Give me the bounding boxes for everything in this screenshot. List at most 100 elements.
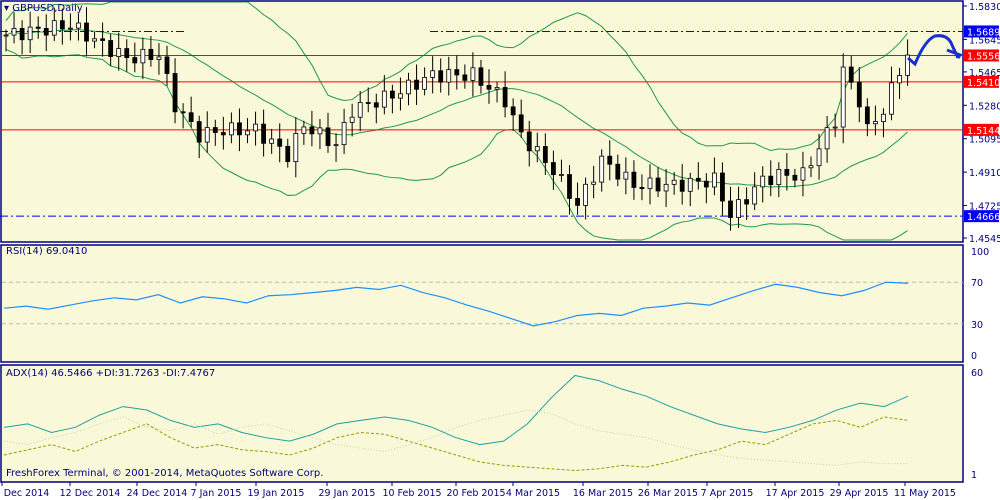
candle-body [518,114,524,133]
candle-body [615,163,621,180]
level-price-label: 1.5556 [967,51,1000,62]
candle-body [687,177,693,192]
candle-body [293,133,299,163]
candle-body [422,77,428,90]
candle-body [357,102,363,118]
candle-body [776,168,782,186]
candle-body [502,87,508,108]
candle-body [3,34,9,37]
date-tick-label: 10 Feb 2015 [382,488,441,499]
candle-body [478,67,484,86]
candle-body [575,198,580,206]
date-tick-label: 26 Mar 2015 [638,488,698,499]
candle-body [784,168,790,176]
candle-body [760,175,766,188]
date-tick-label: 11 May 2015 [894,488,956,499]
candle-body [204,127,210,143]
candle-body [897,75,902,84]
rsi-label: RSI(14) 69.0410 [6,246,88,257]
candle-body [253,123,258,132]
candle-body [148,48,154,60]
candle-body [583,183,588,206]
candle-body [406,79,411,95]
candle-body [333,144,339,147]
candle-body [744,199,749,205]
candle-body [446,69,452,83]
candle-body [285,145,291,163]
candle-body [736,199,741,218]
candle-body [164,56,170,74]
candle-body [35,26,41,29]
candle-body [132,57,138,64]
candle-body [470,67,476,81]
candle-body [365,102,371,104]
candle-body [526,131,532,152]
level-price-label: 1.4666 [967,212,1000,223]
candle-body [228,122,234,136]
price-tick-label: 1.5280 [969,101,1000,112]
symbol-label: GBPUSD,Daily [12,3,83,14]
candle-body [591,181,597,185]
candle-body [663,183,669,192]
candle-body [848,66,854,83]
candle-body [873,121,878,125]
candle-body [309,126,315,135]
date-tick-label: 5 Dec 2014 [0,488,49,499]
candle-body [100,38,105,41]
symbol-title[interactable]: ▾ GBPUSD,Daily [4,3,83,14]
adx-axis-label: 60 [971,368,983,379]
candle-body [712,172,717,188]
candle-body [43,28,49,36]
candle-body [808,165,814,169]
candle-body [84,22,89,42]
candle-body [881,113,886,122]
candle-body [864,106,870,125]
candle-body [220,132,226,136]
candle-body [792,174,798,181]
candle-body [108,40,114,57]
candle-body [349,116,355,123]
price-tick-label: 1.4910 [969,168,1000,179]
candle-body [486,84,492,90]
candle-body [398,93,403,99]
candle-body [703,180,709,188]
candle-body [277,138,283,147]
candle-body [454,69,460,76]
rsi-axis-label: 0 [971,351,977,362]
candle-body [438,70,444,83]
price-tick-label: 1.4545 [969,234,1000,245]
candle-body [317,127,323,135]
candle-body [373,102,379,108]
candle-body [27,26,33,41]
candle-body [623,171,629,180]
price-chart[interactable]: 1.58301.56451.54651.52801.50951.49101.47… [0,0,1000,500]
adx-axis-label: 1 [971,470,977,481]
candle-body [188,112,194,122]
candle-body [124,48,130,58]
level-price-label: 1.5144 [967,126,1000,137]
date-tick-label: 19 Jan 2015 [248,488,305,499]
date-tick-label: 24 Dec 2014 [127,488,188,499]
candle-body [68,27,73,30]
candle-body [695,177,701,182]
candle-body [59,20,65,30]
candle-body [840,66,846,128]
candle-body [647,177,653,190]
candle-body [381,90,387,108]
candle-body [237,122,242,136]
candle-body [180,111,186,114]
date-tick-label: 17 Apr 2015 [766,488,825,499]
date-tick-label: 12 Dec 2014 [60,488,121,499]
candle-body [116,48,122,57]
candle-body [341,121,347,146]
candle-body [551,162,556,176]
date-tick-label: 7 Apr 2015 [701,488,754,499]
indicator-panel [0,244,964,363]
candle-body [140,48,146,64]
candle-body [768,175,774,186]
candle-body [599,155,605,183]
candle-body [889,82,894,115]
candle-body [639,187,645,190]
candle-body [156,56,162,60]
candle-body [430,70,436,78]
